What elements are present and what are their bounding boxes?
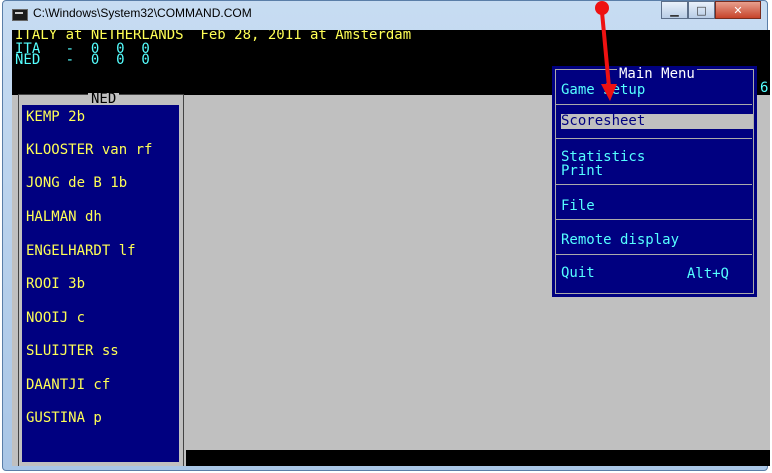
lineup-player[interactable]: ENGELHARDT lf [26, 243, 136, 259]
ned-lineup-panel: KEMP 2b KLOOSTER van rf JONG de B 1b HAL… [18, 94, 184, 466]
lineup-player[interactable]: SLUIJTER ss [26, 343, 119, 359]
ned-score-line: NED - 0 0 0 [15, 52, 150, 68]
lineup-player[interactable]: KEMP 2b [26, 109, 85, 125]
minimize-button[interactable]: ▁ [661, 1, 688, 19]
menu-divider [555, 219, 752, 220]
lineup-player[interactable]: KLOOSTER van rf [26, 142, 152, 158]
menu-frame: Main Menu Game Setup Scoresheet Statisti… [555, 66, 754, 294]
menu-item-remote-display[interactable]: Remote display [561, 233, 679, 248]
menu-divider [555, 138, 752, 139]
menu-divider [555, 254, 752, 255]
menu-divider [555, 104, 752, 105]
maximize-icon: □ [696, 3, 707, 17]
close-icon: ✕ [733, 3, 743, 17]
menu-divider [555, 184, 752, 185]
minimize-icon: ▁ [670, 3, 679, 17]
menu-item-scoresheet[interactable]: Scoresheet [561, 114, 753, 129]
lineup-player[interactable]: DAANTJI cf [26, 377, 110, 393]
quit-shortcut-label: Alt+Q [686, 266, 729, 282]
menu-item-quit[interactable]: Quit [561, 266, 595, 281]
game-title-line: ITALY at NETHERLANDS Feb 28, 2011 at Ams… [15, 30, 412, 43]
maximize-button[interactable]: □ [688, 1, 715, 19]
lineup-player[interactable]: JONG de B 1b [26, 175, 127, 191]
close-button[interactable]: ✕ [715, 1, 761, 19]
ned-lineup-list: KEMP 2b KLOOSTER van rf JONG de B 1b HAL… [22, 105, 179, 462]
menu-item-file[interactable]: File [561, 199, 595, 214]
ned-panel-label: NED [88, 92, 120, 106]
menu-item-print[interactable]: Print [561, 164, 603, 179]
menu-item-game-setup[interactable]: Game Setup [561, 83, 645, 98]
status-bar [186, 450, 770, 466]
clipped-header-char: 6 [760, 80, 769, 96]
main-menu: Main Menu Game Setup Scoresheet Statisti… [552, 66, 757, 297]
console-window: C:\Windows\System32\COMMAND.COM ▁ □ ✕ IT… [2, 0, 770, 471]
menu-title: Main Menu [617, 66, 697, 82]
title-bar[interactable]: C:\Windows\System32\COMMAND.COM ▁ □ ✕ [3, 1, 767, 29]
lineup-player[interactable]: HALMAN dh [26, 209, 102, 225]
lineup-player[interactable]: ROOI 3b [26, 276, 85, 292]
command-prompt-icon [12, 9, 28, 21]
window-title: C:\Windows\System32\COMMAND.COM [33, 6, 252, 20]
lineup-player[interactable]: NOOIJ c [26, 310, 85, 326]
lineup-player[interactable]: GUSTINA p [26, 410, 102, 426]
console-area[interactable]: ITALY at NETHERLANDS Feb 28, 2011 at Ams… [12, 30, 770, 466]
